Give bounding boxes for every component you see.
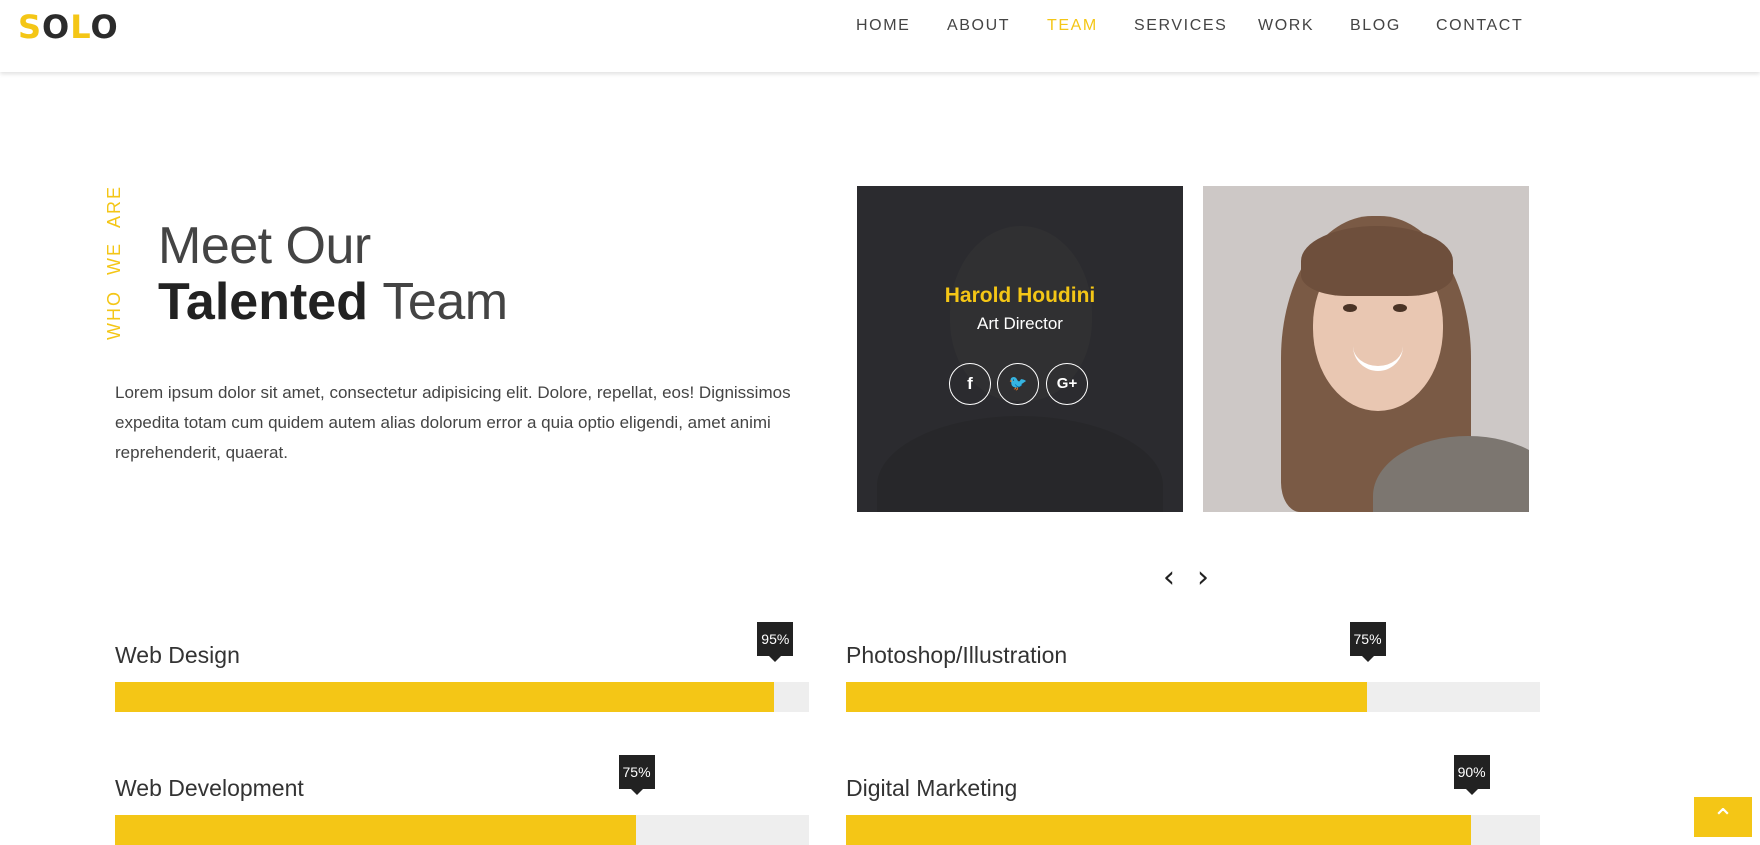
skill-percent-badge: 90% bbox=[1453, 755, 1490, 795]
nav-blog[interactable]: BLOG bbox=[1350, 17, 1401, 35]
site-header: SOLO HOME ABOUT TEAM SERVICES WORK BLOG … bbox=[0, 0, 1760, 72]
nav-work[interactable]: WORK bbox=[1258, 17, 1314, 35]
skill-label: Photoshop/Illustration bbox=[846, 642, 1068, 668]
facebook-icon[interactable]: f bbox=[949, 363, 991, 405]
skill-progress-track bbox=[846, 682, 1540, 712]
chevron-left-icon[interactable]: ‹ bbox=[1163, 560, 1175, 595]
nav-about[interactable]: ABOUT bbox=[947, 17, 1010, 35]
skill-progress-fill bbox=[115, 682, 775, 712]
logo[interactable]: SOLO bbox=[18, 8, 119, 46]
title-light-word: Team bbox=[382, 273, 508, 331]
card-overlay bbox=[857, 186, 1183, 512]
member-role: Art Director bbox=[977, 314, 1063, 333]
twitter-icon[interactable]: 🐦 bbox=[997, 363, 1039, 405]
skill-progress-fill bbox=[846, 682, 1367, 712]
member-name: Harold Houdini bbox=[944, 284, 1096, 307]
chevron-right-icon[interactable]: › bbox=[1197, 560, 1209, 595]
logo-letter: O bbox=[90, 8, 119, 46]
team-card-photo[interactable] bbox=[1203, 186, 1529, 512]
skill-label: Digital Marketing bbox=[846, 775, 1018, 801]
section-title: Meet Our Talented Team bbox=[158, 218, 508, 330]
skill-progress-track bbox=[115, 815, 809, 845]
logo-letter: L bbox=[70, 8, 91, 46]
logo-letter: S bbox=[18, 8, 43, 46]
member-photo-hair bbox=[1301, 226, 1453, 296]
skill-progress-fill bbox=[846, 815, 1471, 845]
skill-percent-badge: 75% bbox=[1349, 622, 1386, 662]
title-bold-word: Talented bbox=[158, 273, 368, 331]
scroll-to-top-button[interactable]: ⌃ bbox=[1694, 797, 1752, 837]
nav-home[interactable]: HOME bbox=[856, 17, 910, 35]
google-plus-icon[interactable]: G+ bbox=[1046, 363, 1088, 405]
title-line-2: Talented Team bbox=[158, 274, 508, 330]
nav-services[interactable]: SERVICES bbox=[1134, 17, 1227, 35]
member-photo-eye bbox=[1393, 304, 1407, 312]
team-card-harold[interactable]: Harold Houdini Art Director f 🐦 G+ bbox=[857, 186, 1183, 512]
skill-progress-track bbox=[846, 815, 1540, 845]
logo-letter: O bbox=[42, 8, 71, 46]
member-photo-eye bbox=[1343, 304, 1357, 312]
section-description: Lorem ipsum dolor sit amet, consectetur … bbox=[115, 383, 791, 462]
title-line-1: Meet Our bbox=[158, 217, 371, 275]
nav-team[interactable]: TEAM bbox=[1047, 17, 1098, 35]
nav-contact[interactable]: CONTACT bbox=[1436, 17, 1523, 35]
skill-label: Web Development bbox=[115, 775, 304, 801]
skill-progress-track bbox=[115, 682, 809, 712]
section-kicker: WHO WE ARE bbox=[104, 184, 124, 340]
skill-percent-badge: 95% bbox=[757, 622, 794, 662]
skill-label: Web Design bbox=[115, 642, 240, 668]
skill-percent-badge: 75% bbox=[618, 755, 655, 795]
skill-progress-fill bbox=[115, 815, 636, 845]
